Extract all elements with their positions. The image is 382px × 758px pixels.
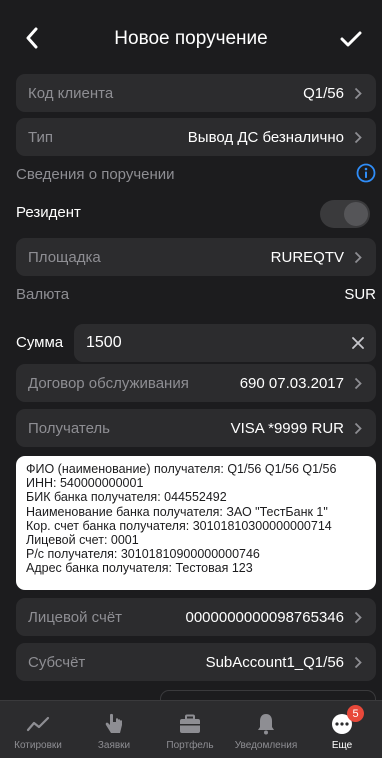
info-icon[interactable] xyxy=(356,163,376,183)
form-content: Код клиента Q1/56 Тип Вывод ДС безналичн… xyxy=(0,70,382,700)
tab-notifications[interactable]: Уведомления xyxy=(228,711,304,751)
details-line: Наименование банка получателя: ЗАО "Тест… xyxy=(26,504,328,519)
platform-label: Площадка xyxy=(28,248,101,266)
chevron-right-icon xyxy=(354,87,364,100)
tab-label: Еще xyxy=(331,740,353,751)
checkmark-icon xyxy=(340,31,362,47)
subaccount-value: SubAccount1_Q1/56 xyxy=(205,653,344,671)
contract-value: 690 07.03.2017 xyxy=(239,374,344,392)
subaccount-row[interactable]: Субсчёт SubAccount1_Q1/56 xyxy=(16,643,376,681)
tab-quotes[interactable]: Котировки xyxy=(0,711,76,751)
tab-orders[interactable]: Заявки xyxy=(76,711,152,751)
section-header: Сведения о поручении xyxy=(16,163,376,186)
chart-line-icon xyxy=(0,711,76,737)
recipient-label: Получатель xyxy=(28,419,110,437)
amount-input[interactable]: 1500 xyxy=(74,324,376,362)
bell-icon xyxy=(228,711,304,737)
chevron-right-icon xyxy=(354,422,364,435)
contract-row[interactable]: Договор обслуживания 690 07.03.2017 xyxy=(16,364,376,402)
tab-portfolio[interactable]: Портфель xyxy=(152,711,228,751)
currency-row: Валюта SUR xyxy=(16,286,376,306)
recipient-value: VISA *9999 RUR xyxy=(230,419,344,437)
tab-label: Котировки xyxy=(14,740,62,751)
client-code-label: Код клиента xyxy=(28,84,114,102)
currency-label: Валюта xyxy=(16,286,70,303)
notification-badge: 5 xyxy=(347,705,364,722)
amount-row: Сумма 1500 xyxy=(16,324,376,362)
type-label: Тип xyxy=(28,128,54,146)
chevron-left-icon xyxy=(26,27,38,49)
type-row[interactable]: Тип Вывод ДС безналично xyxy=(16,118,376,156)
details-line: БИК банка получателя: 044552492 xyxy=(26,490,227,505)
tab-label: Портфель xyxy=(166,740,214,751)
chevron-right-icon xyxy=(354,377,364,390)
chevron-right-icon xyxy=(354,251,364,264)
recipient-details: ФИО (наименование) получателя: Q1/56 Q1/… xyxy=(16,456,376,590)
section-label: Сведения о поручении xyxy=(16,166,175,183)
amount-value: 1500 xyxy=(86,334,122,351)
resident-label: Резидент xyxy=(16,204,81,221)
recipient-row[interactable]: Получатель VISA *9999 RUR xyxy=(16,409,376,447)
navigation-bar: Новое поручение xyxy=(0,0,382,74)
tab-label: Уведомления xyxy=(234,740,298,751)
details-line: ИНН: 540000000001 xyxy=(26,476,144,491)
details-line: Адрес банка получателя: Тестовая 123 xyxy=(26,561,253,576)
platform-value: RUREQTV xyxy=(270,248,344,266)
confirm-button[interactable] xyxy=(338,26,364,52)
details-line: Лицевой счет: 0001 xyxy=(26,533,139,548)
currency-value: SUR xyxy=(344,286,376,303)
amount-label: Сумма xyxy=(16,334,64,351)
chevron-right-icon xyxy=(354,611,364,624)
subaccount-label: Субсчёт xyxy=(28,653,86,671)
client-code-row[interactable]: Код клиента Q1/56 xyxy=(16,74,376,112)
chevron-right-icon xyxy=(354,131,364,144)
details-line: Кор. счет банка получателя: 301018103000… xyxy=(26,518,332,533)
page-title: Новое поручение xyxy=(114,28,268,49)
more-icon: 5 xyxy=(304,705,380,737)
tab-bar: Котировки Заявки Портфель Уведомления 5 … xyxy=(0,700,382,758)
details-line: ФИО (наименование) получателя: Q1/56 Q1/… xyxy=(26,462,337,476)
tab-label: Заявки xyxy=(97,740,131,751)
resident-row: Резидент xyxy=(16,200,376,228)
partial-input-field[interactable] xyxy=(160,690,376,700)
platform-row[interactable]: Площадка RUREQTV xyxy=(16,238,376,276)
clear-icon[interactable] xyxy=(352,337,364,349)
details-line: Р/с получателя: 30101810900000000746 xyxy=(26,547,260,562)
hand-pointer-icon xyxy=(76,711,152,737)
briefcase-icon xyxy=(152,711,228,737)
client-code-value: Q1/56 xyxy=(303,84,344,102)
contract-label: Договор обслуживания xyxy=(28,374,189,392)
account-label: Лицевой счёт xyxy=(28,608,123,626)
toggle-knob xyxy=(344,202,368,226)
resident-toggle[interactable] xyxy=(320,200,370,228)
account-row[interactable]: Лицевой счёт 0000000000098765346 xyxy=(16,598,376,636)
type-value: Вывод ДС безналично xyxy=(187,128,344,146)
tab-more[interactable]: 5 Еще xyxy=(304,705,380,751)
account-value: 0000000000098765346 xyxy=(185,608,344,626)
back-button[interactable] xyxy=(20,24,44,52)
chevron-right-icon xyxy=(354,656,364,669)
